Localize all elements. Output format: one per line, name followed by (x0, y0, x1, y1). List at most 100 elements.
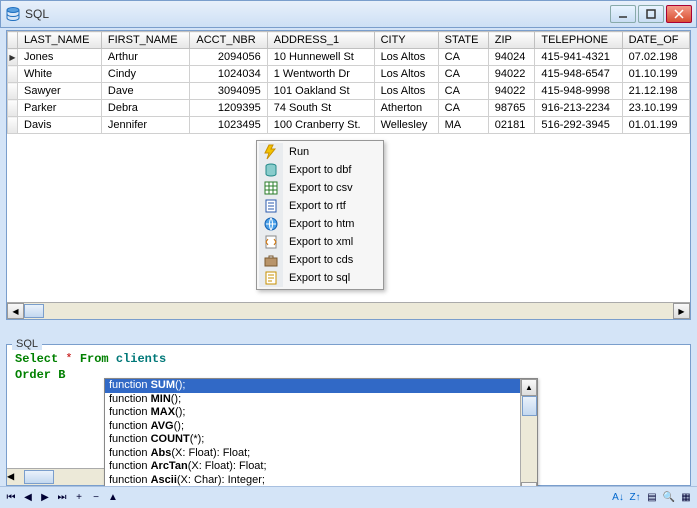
cell: 94022 (488, 83, 535, 100)
row-marker (8, 83, 18, 100)
cell: Sawyer (18, 83, 102, 100)
column-header[interactable]: ZIP (488, 32, 535, 49)
cell: 01.10.199 (622, 66, 689, 83)
doc-icon (263, 198, 279, 214)
autocomplete-item[interactable]: function COUNT(*); (105, 433, 537, 447)
autocomplete-item[interactable]: function SUM(); (105, 379, 537, 393)
table-row[interactable]: ParkerDebra120939574 South StAthertonCA9… (8, 100, 690, 117)
scroll-thumb[interactable] (522, 396, 537, 416)
context-menu-label: Run (289, 146, 309, 158)
context-menu: Run Export to dbf Export to csv Export to r… (256, 140, 384, 290)
context-menu-item[interactable]: Export to htm (259, 215, 381, 233)
sort-za-button[interactable]: Z↑ (628, 490, 642, 506)
cell: 1 Wentworth Dr (267, 66, 374, 83)
scroll-right-button[interactable]: ▶ (673, 303, 690, 319)
context-menu-item[interactable]: Run (259, 143, 381, 161)
grid-hscroll[interactable]: ◀ ▶ (7, 302, 690, 319)
column-header[interactable]: STATE (438, 32, 488, 49)
autocomplete-item[interactable]: function Abs(X: Float): Float; (105, 447, 537, 461)
maximize-button[interactable] (638, 5, 664, 23)
nav-next-button[interactable]: ▶ (38, 490, 52, 506)
filter-button[interactable]: ▤ (645, 490, 659, 506)
context-menu-item[interactable]: Export to sql (259, 269, 381, 287)
context-menu-item[interactable]: Export to xml (259, 233, 381, 251)
row-marker (8, 66, 18, 83)
cell: 2094056 (190, 49, 267, 66)
autocomplete-popup[interactable]: function SUM();function MIN();function M… (104, 378, 538, 500)
context-menu-item[interactable]: Export to cds (259, 251, 381, 269)
cell: Jennifer (101, 117, 189, 134)
table-row[interactable]: SawyerDave3094095101 Oakland StLos Altos… (8, 83, 690, 100)
cell: Wellesley (374, 117, 438, 134)
context-menu-label: Export to cds (289, 254, 353, 266)
nav-first-button[interactable]: ⏮ (4, 490, 18, 506)
cell: 916-213-2234 (535, 100, 622, 117)
scroll-left-button[interactable]: ◀ (7, 303, 24, 319)
autocomplete-item[interactable]: function AVG(); (105, 420, 537, 434)
sql-star: * (65, 352, 72, 366)
autocomplete-item[interactable]: function MAX(); (105, 406, 537, 420)
sql-panel-label: SQL (12, 338, 42, 350)
bolt-icon (263, 144, 279, 160)
cell: 1024034 (190, 66, 267, 83)
cell: 94022 (488, 66, 535, 83)
xml-icon (263, 234, 279, 250)
sort-az-button[interactable]: A↓ (611, 490, 625, 506)
search-button[interactable]: 🔍 (662, 490, 676, 506)
cell: 415-948-9998 (535, 83, 622, 100)
cell: 98765 (488, 100, 535, 117)
column-header[interactable]: DATE_OF (622, 32, 689, 49)
nav-edit-button[interactable]: ▲ (106, 490, 120, 506)
sql-identifier: clients (116, 352, 166, 366)
minimize-button[interactable] (610, 5, 636, 23)
context-menu-item[interactable]: Export to dbf (259, 161, 381, 179)
autocomplete-item[interactable]: function MIN(); (105, 393, 537, 407)
close-button[interactable] (666, 5, 692, 23)
sql-icon (263, 270, 279, 286)
autocomplete-scrollbar[interactable]: ▲ ▼ (520, 379, 537, 499)
cell: Los Altos (374, 83, 438, 100)
cell: CA (438, 66, 488, 83)
column-header[interactable]: CITY (374, 32, 438, 49)
bottom-toolbar: ⏮ ◀ ▶ ⏭ + − ▲ A↓ Z↑ ▤ 🔍 ▦ (0, 486, 697, 508)
table-row[interactable]: WhiteCindy10240341 Wentworth DrLos Altos… (8, 66, 690, 83)
column-header[interactable]: TELEPHONE (535, 32, 622, 49)
table-row[interactable]: JonesArthur209405610 Hunnewell StLos Alt… (8, 49, 690, 66)
table-row[interactable]: DavisJennifer1023495100 Cranberry St.Wel… (8, 117, 690, 134)
context-menu-label: Export to dbf (289, 164, 351, 176)
column-header[interactable]: FIRST_NAME (101, 32, 189, 49)
cell: 23.10.199 (622, 100, 689, 117)
xls-icon (263, 180, 279, 196)
scroll-up-button[interactable]: ▲ (521, 379, 537, 396)
cell: 02181 (488, 117, 535, 134)
nav-delete-button[interactable]: − (89, 490, 103, 506)
autocomplete-item[interactable]: function ArcTan(X: Float): Float; (105, 460, 537, 474)
cell: 100 Cranberry St. (267, 117, 374, 134)
scroll-thumb[interactable] (24, 304, 44, 318)
cell: Los Altos (374, 49, 438, 66)
cell: 10 Hunnewell St (267, 49, 374, 66)
ie-icon (263, 216, 279, 232)
cell: MA (438, 117, 488, 134)
column-header[interactable]: ADDRESS_1 (267, 32, 374, 49)
context-menu-label: Export to htm (289, 218, 354, 230)
window-title: SQL (25, 7, 610, 21)
context-menu-item[interactable]: Export to csv (259, 179, 381, 197)
nav-last-button[interactable]: ⏭ (55, 490, 69, 506)
briefcase-icon (263, 252, 279, 268)
context-menu-label: Export to csv (289, 182, 353, 194)
column-header[interactable]: ACCT_NBR (190, 32, 267, 49)
cell: 3094095 (190, 83, 267, 100)
column-header[interactable]: LAST_NAME (18, 32, 102, 49)
tool-button[interactable]: ▦ (679, 490, 693, 506)
autocomplete-item[interactable]: function Ascii(X: Char): Integer; (105, 474, 537, 488)
cell: Parker (18, 100, 102, 117)
context-menu-item[interactable]: Export to rtf (259, 197, 381, 215)
cell: 94024 (488, 49, 535, 66)
cell: 415-941-4321 (535, 49, 622, 66)
sql-keyword: Order B (15, 368, 65, 382)
nav-add-button[interactable]: + (72, 490, 86, 506)
nav-prev-button[interactable]: ◀ (21, 490, 35, 506)
sql-keyword: From (80, 352, 109, 366)
context-menu-label: Export to xml (289, 236, 353, 248)
